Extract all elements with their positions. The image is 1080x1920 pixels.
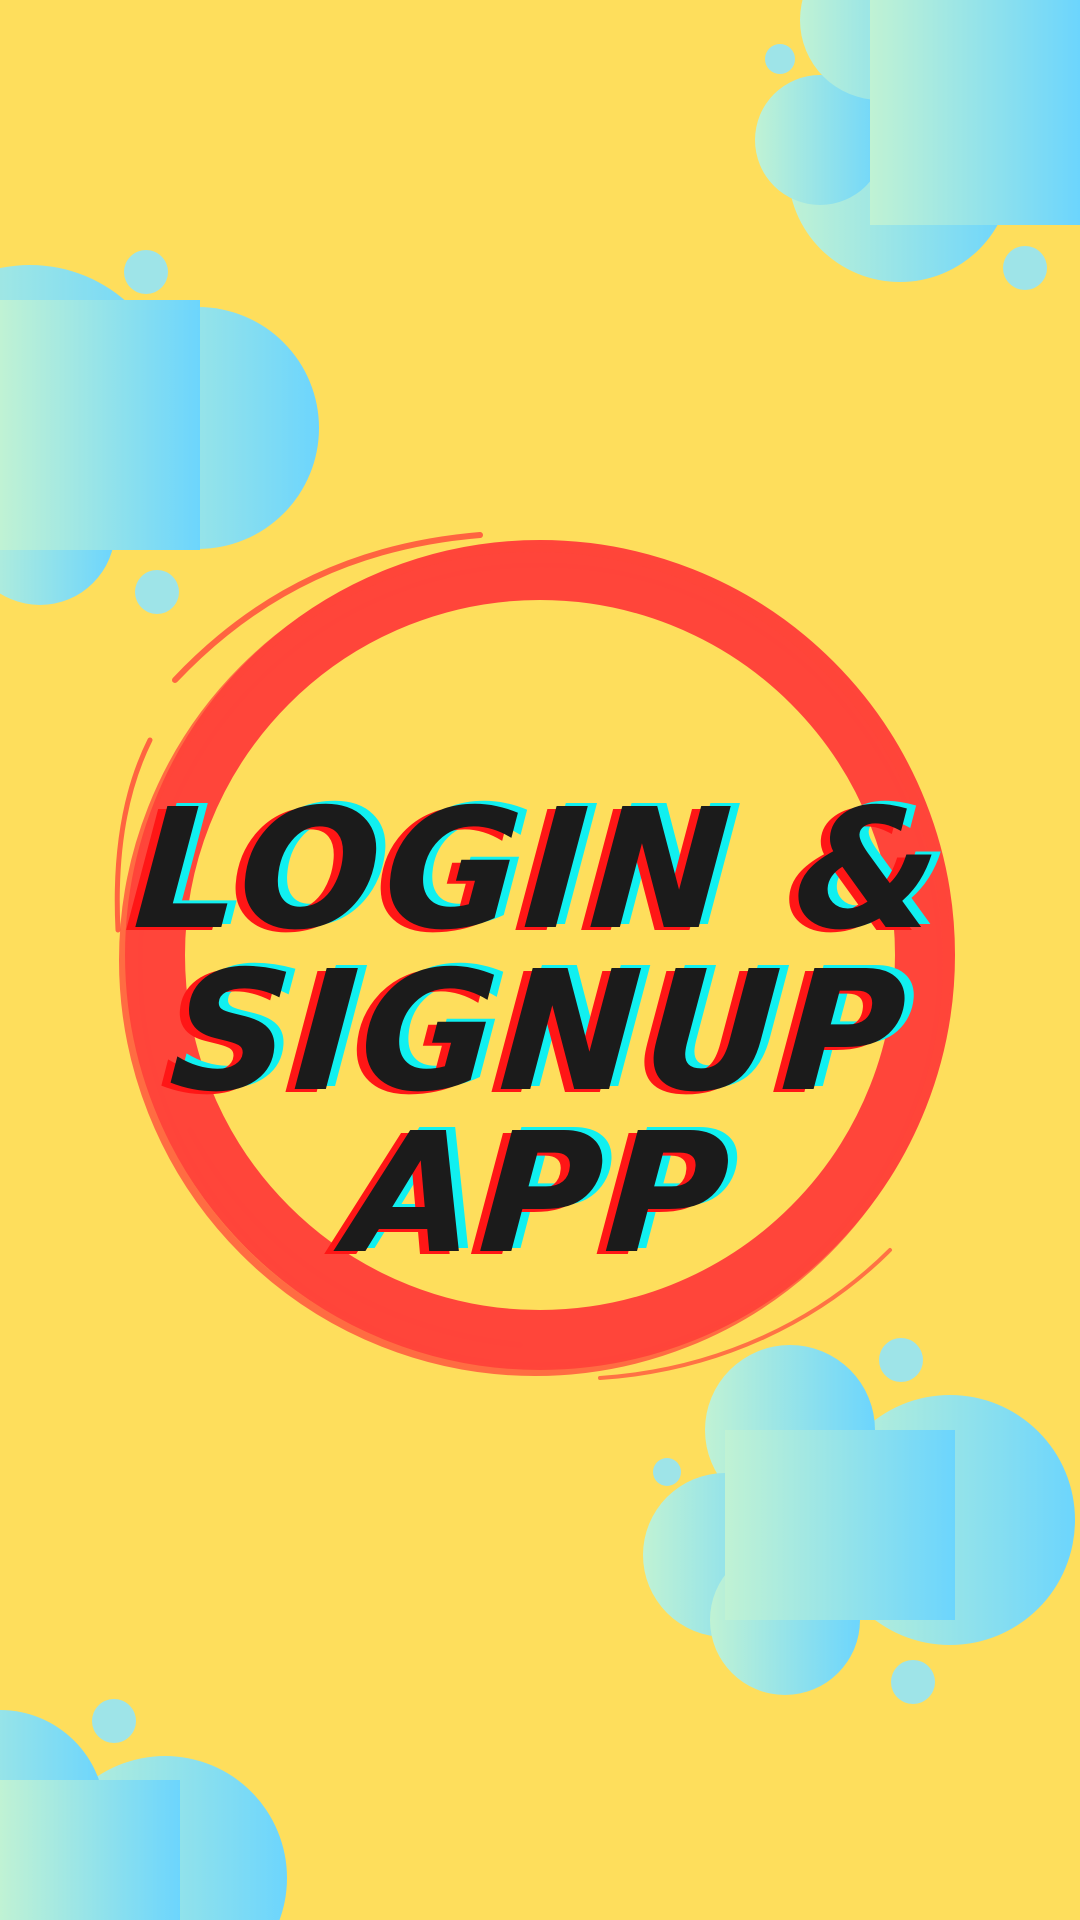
dot (653, 1458, 681, 1486)
title-line-1: LOGIN & (129, 774, 952, 967)
dot (891, 1660, 935, 1704)
cloud-icon-top-right (755, 0, 1080, 282)
dot (135, 570, 179, 614)
dot (92, 1699, 136, 1743)
cloud-icon-bottom-left (0, 1710, 287, 1920)
dot (765, 44, 795, 74)
dot (124, 250, 168, 294)
dot (1003, 246, 1047, 290)
dot (879, 1338, 923, 1382)
app-title: LOGIN & SIGNUP APP (0, 774, 1080, 1291)
title-line-2: SIGNUP (164, 936, 916, 1129)
cloud-icon-bottom-right (643, 1345, 1075, 1695)
cloud-icon-left (0, 265, 319, 605)
title-line-3: APP (341, 1098, 739, 1291)
